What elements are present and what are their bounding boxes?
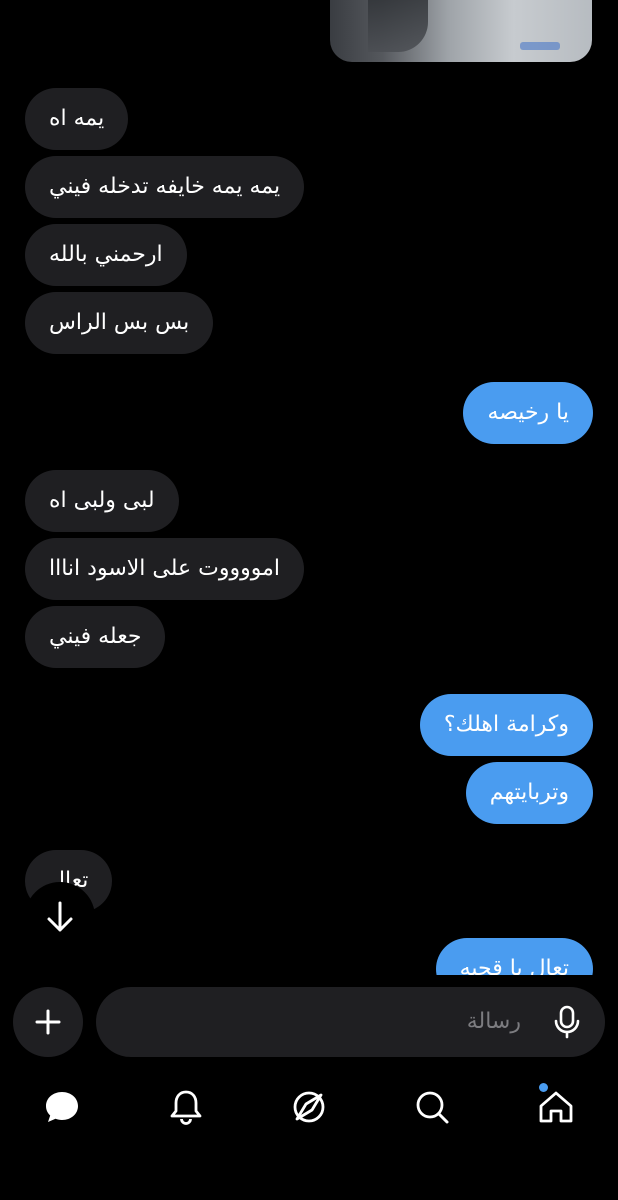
- outgoing-message[interactable]: تعال يا قحبه: [435, 938, 593, 975]
- incoming-message[interactable]: يمه يمه خايفه تدخله فيني: [25, 156, 305, 218]
- incoming-message[interactable]: بس بس الراس: [25, 292, 214, 354]
- bottom-navigation: [0, 1065, 618, 1200]
- search-icon[interactable]: [412, 1087, 452, 1127]
- home-icon[interactable]: [536, 1087, 576, 1127]
- arrow-down-icon: [47, 901, 73, 932]
- incoming-message[interactable]: ارحمني بالله: [25, 224, 187, 286]
- incoming-message[interactable]: يمه اه: [25, 88, 129, 150]
- incoming-message[interactable]: جعله فيني: [25, 606, 166, 668]
- message-input-placeholder: رسالة: [466, 1009, 521, 1034]
- message-list[interactable]: يمه اه يمه يمه خايفه تدخله فيني ارحمني ب…: [0, 0, 618, 975]
- image-attachment[interactable]: [330, 0, 592, 62]
- scroll-to-bottom-button[interactable]: [25, 882, 95, 952]
- plus-icon: [35, 1009, 61, 1035]
- notification-dot: [539, 1083, 548, 1092]
- incoming-message[interactable]: امووووت على الاسود انااا: [25, 538, 304, 600]
- microphone-icon[interactable]: [549, 1004, 585, 1040]
- outgoing-message[interactable]: وتربايتهم: [465, 762, 593, 824]
- composer-bar: رسالة: [0, 975, 618, 1065]
- bell-icon[interactable]: [166, 1087, 206, 1127]
- message-input[interactable]: رسالة: [96, 987, 605, 1057]
- messages-icon[interactable]: [42, 1087, 82, 1127]
- outgoing-message[interactable]: يا رخيصه: [463, 382, 593, 444]
- add-attachment-button[interactable]: [13, 987, 83, 1057]
- outgoing-message[interactable]: وكرامة اهلك؟: [419, 694, 593, 756]
- compass-icon[interactable]: [289, 1087, 329, 1127]
- incoming-message[interactable]: لبى ولبى اه: [25, 470, 179, 532]
